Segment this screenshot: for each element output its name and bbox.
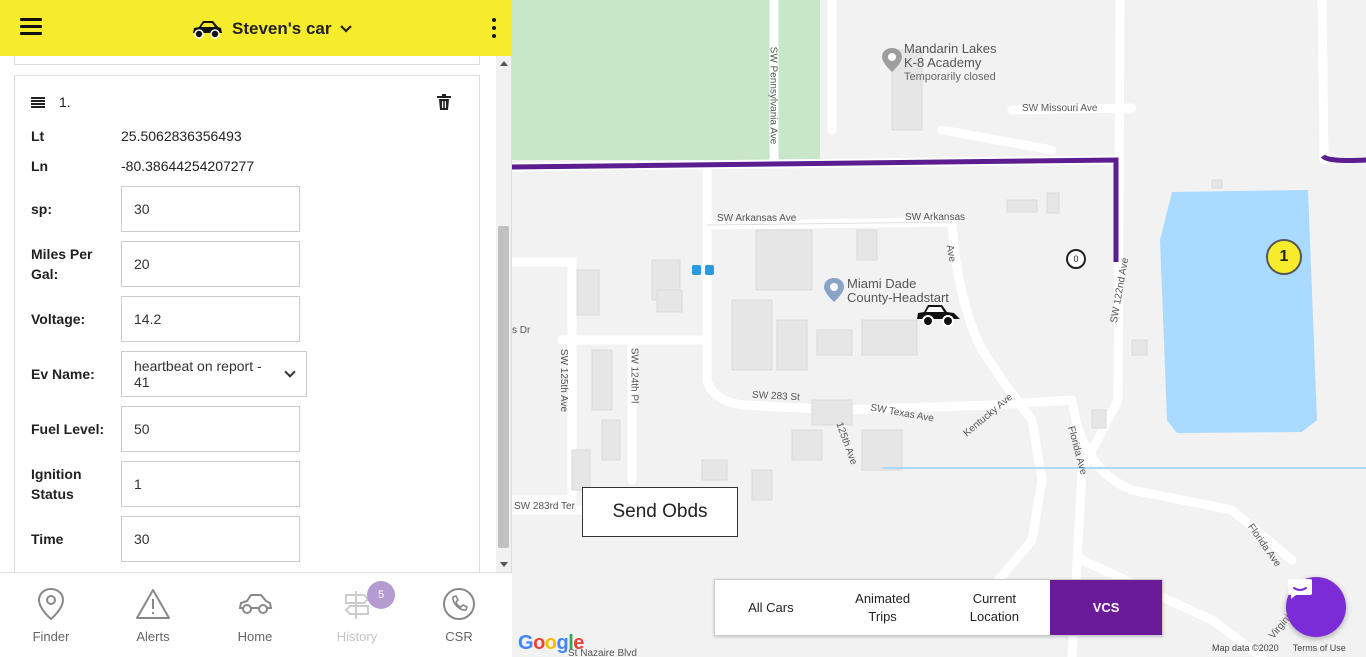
poi-headstart-label: Miami Dade County-Headstart: [847, 277, 949, 305]
nav-history-label: History: [336, 629, 378, 644]
ev-name-label: Ev Name:: [31, 366, 95, 382]
poi-school-name: Mandarin Lakes: [904, 41, 997, 56]
voltage-row: Voltage:: [31, 296, 471, 342]
car-outline-icon: [238, 594, 273, 614]
nav-home[interactable]: Home: [204, 573, 306, 657]
scroll-thumb[interactable]: [498, 226, 509, 548]
google-logo: Google: [518, 632, 584, 654]
ln-value: -80.38644254207277: [121, 158, 255, 174]
trash-icon[interactable]: [437, 94, 451, 110]
send-obds-button[interactable]: Send Obds: [582, 487, 738, 537]
voltage-input[interactable]: [121, 296, 300, 342]
nav-history[interactable]: History 5: [306, 573, 408, 657]
poi-school-status: Temporarily closed: [904, 71, 996, 83]
drag-handle-icon[interactable]: [31, 96, 45, 108]
nav-home-label: Home: [237, 629, 273, 644]
lt-row: Lt 25.5062836356493: [31, 126, 471, 146]
street-label: SW 125th Ave: [558, 348, 570, 413]
ignition-row: Ignition Status: [31, 461, 471, 507]
record-list: 1. Lt 25.5062836356493 Ln -80.3864425420…: [0, 56, 512, 572]
nav-finder-label: Finder: [32, 629, 70, 644]
scrollbar[interactable]: [496, 56, 511, 572]
tab-animated-trips[interactable]: Animated Trips: [827, 580, 939, 635]
side-panel: Steven's car 1. Lt 25.5062836356493 Ln -…: [0, 0, 512, 657]
nav-csr[interactable]: CSR: [408, 573, 510, 657]
nav-alerts-label: Alerts: [136, 629, 170, 644]
street-label: SW Missouri Ave: [1022, 103, 1098, 114]
mpg-input[interactable]: [121, 241, 300, 287]
mpg-label: Miles Per Gal:: [31, 246, 93, 282]
poi-school-label: Mandarin Lakes K-8 Academy Temporarily c…: [904, 42, 997, 84]
scroll-up-arrow-icon[interactable]: [500, 61, 508, 66]
top-bar: Steven's car: [0, 0, 512, 56]
ignition-label: Ignition Status: [31, 466, 82, 502]
sp-input[interactable]: [121, 186, 300, 232]
nav-finder[interactable]: Finder: [0, 573, 102, 657]
chat-icon: [1288, 579, 1312, 599]
tab-current-location[interactable]: Current Location: [939, 580, 1051, 635]
fuel-input[interactable]: [121, 406, 300, 452]
more-options-icon[interactable]: [490, 18, 498, 38]
map-pin-icon: [37, 587, 65, 621]
ev-name-select[interactable]: heartbeat on report - 41: [121, 351, 307, 397]
nav-alerts[interactable]: Alerts: [102, 573, 204, 657]
previous-record-card: [14, 56, 480, 65]
menu-icon[interactable]: [20, 18, 42, 36]
car-icon: [193, 21, 222, 39]
poi-headstart-name-2: County-Headstart: [847, 290, 949, 305]
street-label: SW 283rd Ter: [514, 501, 575, 512]
time-label: Time: [31, 531, 64, 547]
nav-csr-label: CSR: [445, 629, 473, 644]
map-data-text: Map data ©2020: [1212, 643, 1279, 653]
tab-all-cars[interactable]: All Cars: [715, 580, 827, 635]
sp-label: sp:: [31, 201, 52, 217]
time-row: Time: [31, 516, 471, 562]
lt-value: 25.5062836356493: [121, 128, 242, 144]
cluster-marker[interactable]: 1: [1266, 239, 1302, 275]
map-canvas: [512, 0, 1366, 657]
terms-link[interactable]: Terms of Use: [1293, 643, 1346, 653]
map-view[interactable]: Mandarin Lakes K-8 Academy Temporarily c…: [512, 0, 1366, 657]
sp-row: sp:: [31, 186, 471, 232]
time-input[interactable]: [121, 516, 300, 562]
bottom-nav: Finder Alerts Home History 5 CSR: [0, 572, 512, 657]
history-badge: 5: [367, 581, 395, 609]
poi-headstart-name: Miami Dade: [847, 276, 917, 291]
record-card: 1. Lt 25.5062836356493 Ln -80.3864425420…: [14, 75, 480, 572]
ln-row: Ln -80.38644254207277: [31, 156, 471, 176]
fuel-row: Fuel Level:: [31, 406, 471, 452]
fuel-label: Fuel Level:: [31, 421, 105, 437]
map-footer: Map data ©2020 Terms of Use: [1212, 643, 1346, 653]
record-header: 1.: [31, 94, 71, 110]
phone-icon: [443, 588, 475, 620]
ignition-input[interactable]: [121, 461, 300, 507]
ln-label: Ln: [31, 158, 49, 174]
poi-school-name-2: K-8 Academy: [904, 55, 982, 70]
ev-name-row: Ev Name: heartbeat on report - 41: [31, 351, 471, 397]
street-label: SW Arkansas Ave: [717, 213, 797, 224]
alert-icon: [136, 589, 170, 619]
voltage-label: Voltage:: [31, 311, 86, 327]
tab-vcs[interactable]: VCS: [1050, 580, 1162, 635]
chevron-down-icon: [284, 366, 296, 378]
lt-label: Lt: [31, 128, 45, 144]
record-number: 1.: [59, 94, 71, 110]
scroll-down-arrow-icon[interactable]: [500, 562, 508, 567]
street-label: SW Pennsylvania Ave: [767, 46, 779, 145]
map-mode-tabs: All Cars Animated Trips Current Location…: [714, 579, 1163, 636]
chat-button[interactable]: [1286, 577, 1346, 637]
app-root: Steven's car 1. Lt 25.5062836356493 Ln -…: [0, 0, 1366, 657]
chevron-down-icon: [339, 25, 352, 33]
street-label: s Dr: [512, 325, 531, 336]
device-marker[interactable]: 0: [1066, 249, 1086, 269]
mpg-row: Miles Per Gal:: [31, 241, 471, 287]
car-selector[interactable]: Steven's car: [190, 14, 352, 44]
car-name: Steven's car: [232, 19, 332, 38]
street-label: SW 124th Pl: [628, 347, 640, 404]
street-label: SW Arkansas: [905, 212, 966, 223]
ev-name-value: heartbeat on report - 41: [134, 358, 262, 390]
